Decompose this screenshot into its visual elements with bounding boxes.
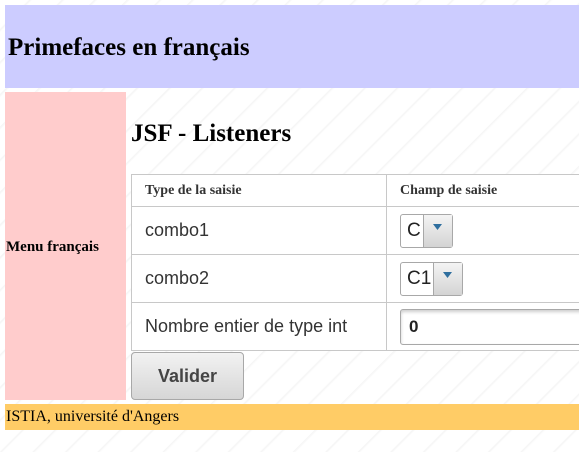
table-row: Nombre entier de type int 0 [131, 302, 579, 351]
footer-text: ISTIA, université d'Angers [6, 408, 180, 425]
combo2-value: C1 [407, 267, 432, 289]
header-title: Primefaces en français [8, 34, 250, 61]
combo1-label: combo1 [131, 206, 387, 255]
page-footer: ISTIA, université d'Angers [5, 404, 579, 430]
page-title: JSF - Listeners [131, 120, 292, 147]
int-label: Nombre entier de type int [131, 302, 387, 351]
side-menu: Menu français [5, 92, 126, 400]
main-content: JSF - Listeners Type de la saisie Champ … [131, 92, 579, 400]
combo1-dropdown-button[interactable] [422, 214, 452, 247]
table-row: combo1 C [131, 206, 579, 255]
column-header-field: Champ de saisie [386, 174, 579, 207]
form-table: Type de la saisie Champ de saisie combo1… [131, 174, 579, 351]
combo2-label: combo2 [131, 254, 387, 303]
submit-button[interactable]: Valider [131, 352, 244, 400]
menu-label: Menu français [6, 239, 99, 255]
table-row: combo2 C1 [131, 254, 579, 303]
triangle-down-icon [443, 271, 453, 278]
triangle-down-icon [432, 223, 442, 230]
int-cell: 0 [386, 302, 579, 351]
combo2-cell: C1 [386, 254, 579, 303]
int-input[interactable]: 0 [400, 308, 579, 345]
combo2-select[interactable]: C1 [400, 261, 464, 296]
combo1-cell: C [386, 206, 579, 255]
combo1-value: C [407, 219, 421, 241]
combo2-dropdown-button[interactable] [433, 262, 463, 295]
page-header: Primefaces en français [5, 5, 579, 88]
column-header-type: Type de la saisie [131, 174, 387, 207]
combo1-select[interactable]: C [400, 213, 453, 248]
table-header-row: Type de la saisie Champ de saisie [131, 174, 579, 207]
